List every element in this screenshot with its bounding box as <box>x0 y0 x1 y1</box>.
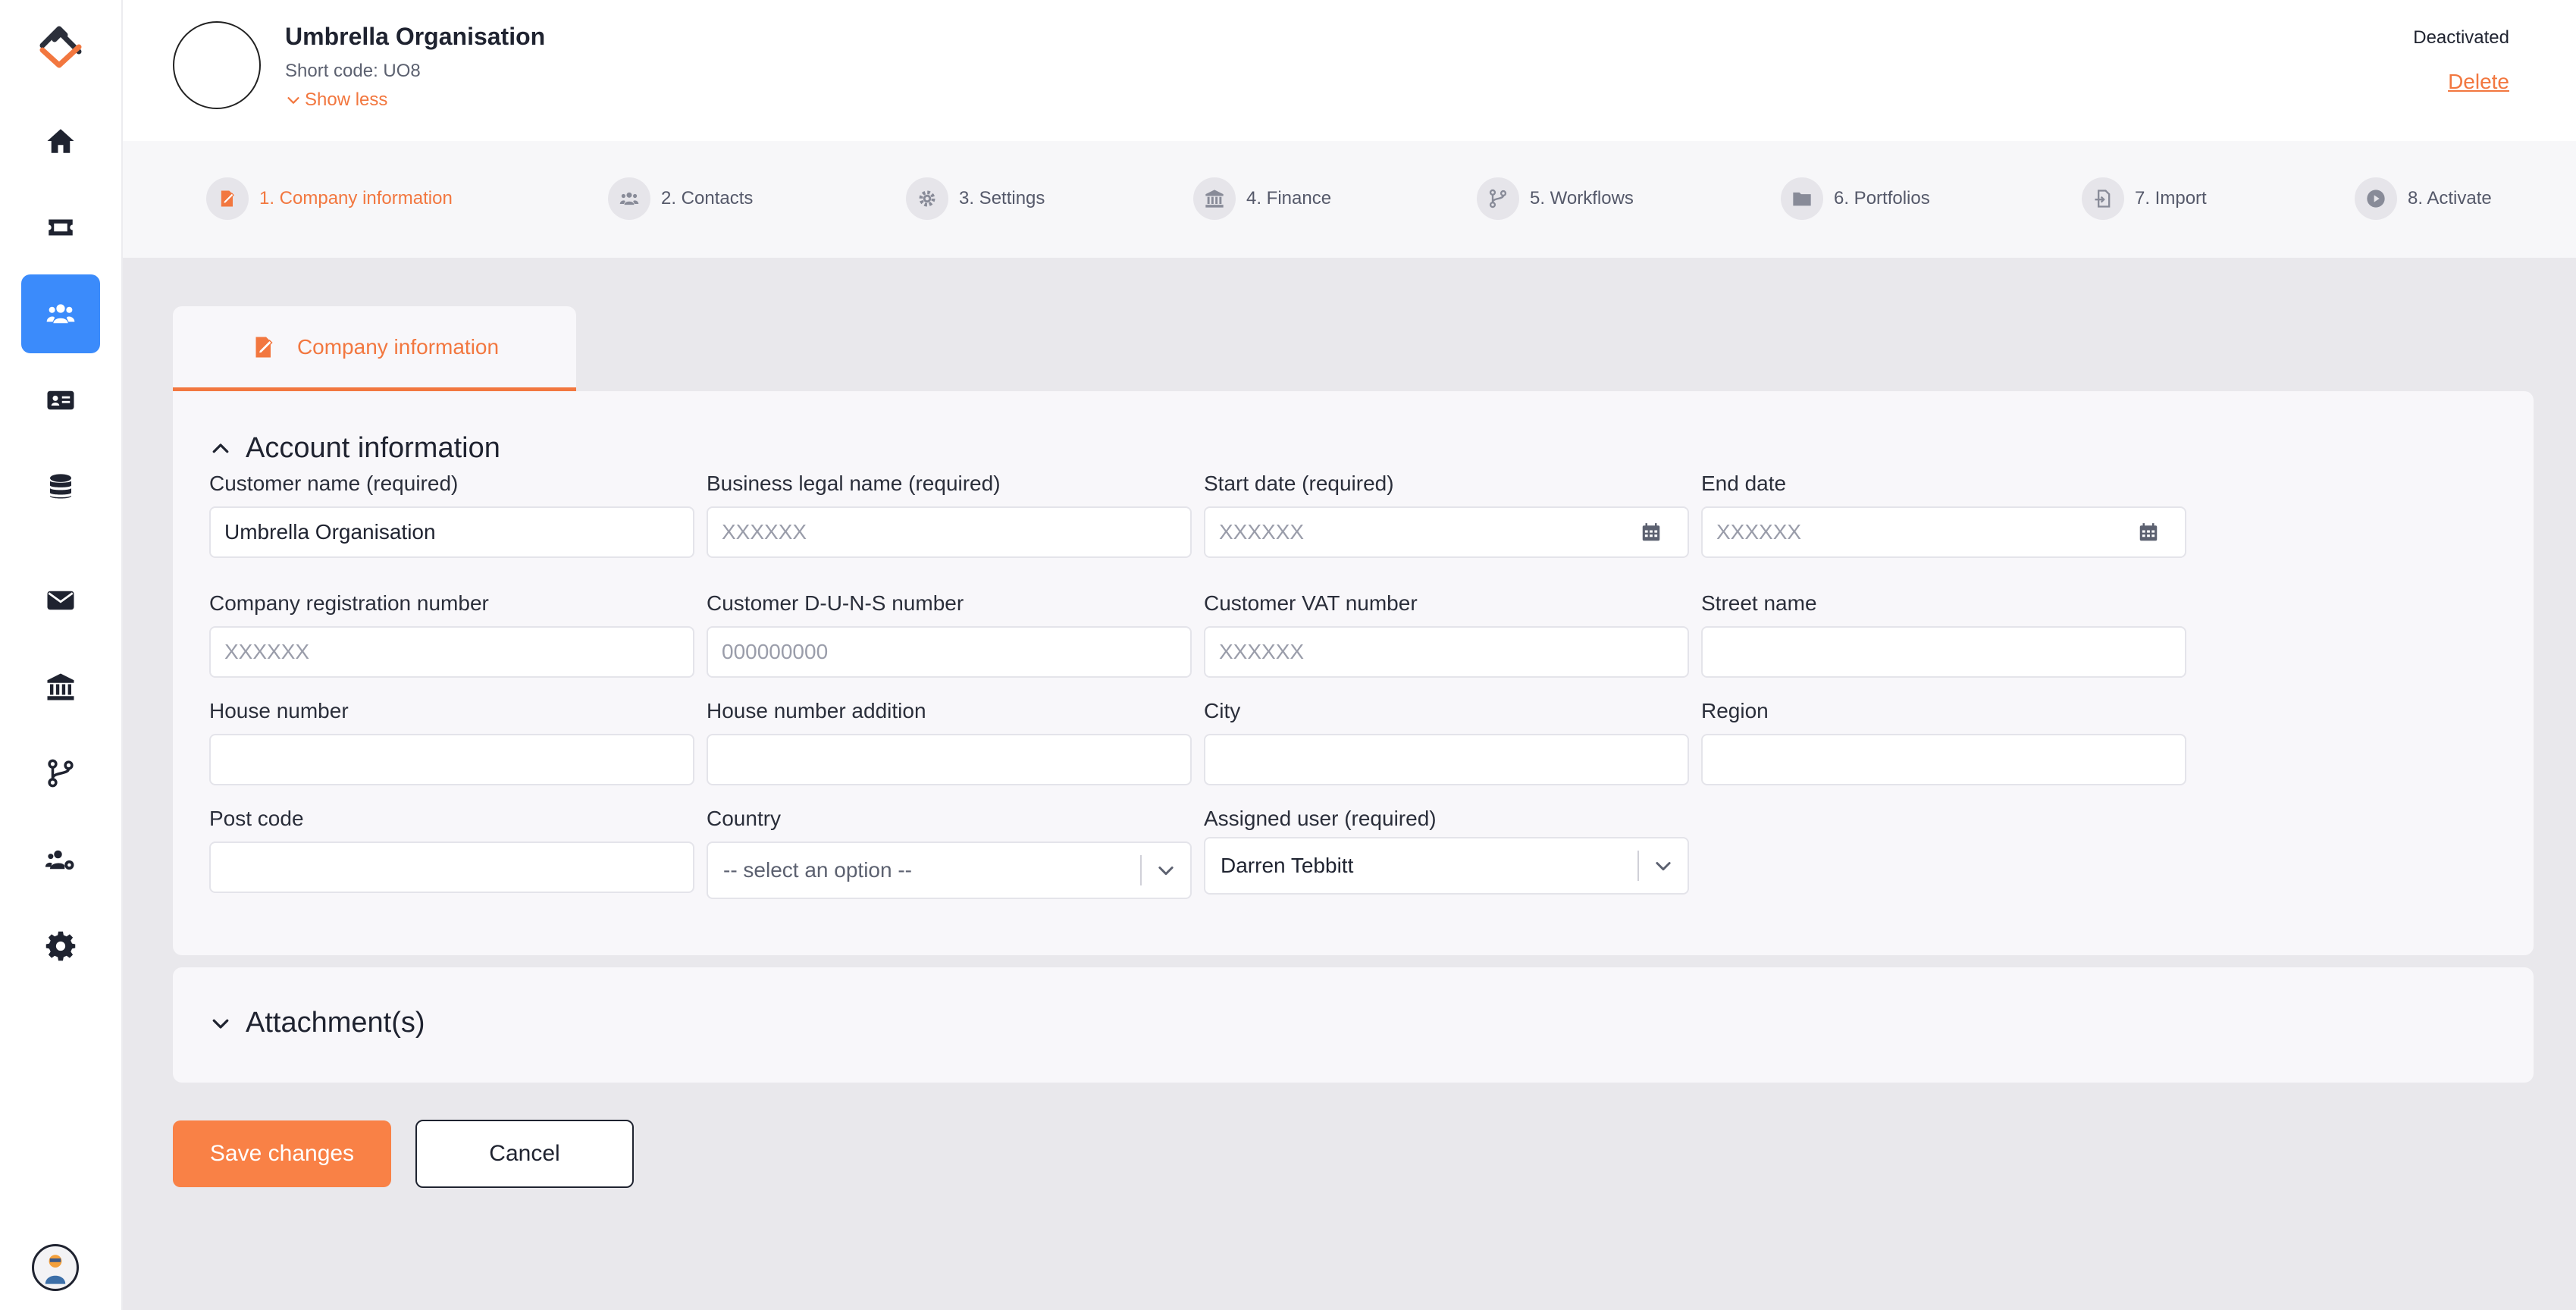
city-label: City <box>1204 699 1241 722</box>
app-logo-icon[interactable] <box>32 20 91 70</box>
chevron-down-icon <box>287 97 299 104</box>
country-label: Country <box>707 807 782 830</box>
account-information-toggle[interactable]: Account information <box>209 432 500 465</box>
end-date-input[interactable] <box>1701 506 2186 558</box>
house-number-input[interactable] <box>209 734 694 785</box>
home-icon <box>47 129 74 153</box>
registration-input[interactable] <box>209 626 694 678</box>
sidebar-item-home[interactable] <box>21 102 100 180</box>
section-title: Account information <box>246 432 500 464</box>
sidebar-item-settings[interactable] <box>21 907 100 986</box>
customer-name-input[interactable] <box>209 506 694 558</box>
play-circle-icon <box>2355 177 2397 220</box>
country-select[interactable]: -- select an option -- <box>707 841 1192 899</box>
post-code-input[interactable] <box>209 841 694 893</box>
legal-name-label: Business legal name (required) <box>707 472 1001 495</box>
status-badge: Deactivated <box>2413 27 2509 48</box>
attachments-toggle[interactable]: Attachment(s) <box>209 1007 425 1039</box>
user-avatar-icon <box>45 1255 66 1284</box>
legal-name-input[interactable] <box>707 506 1192 558</box>
country-selected-value: -- select an option -- <box>723 858 912 882</box>
vat-label: Customer VAT number <box>1204 591 1418 615</box>
file-signature-icon <box>255 337 273 357</box>
gear-icon <box>45 931 76 961</box>
calendar-icon[interactable] <box>1640 521 1662 544</box>
house-number-label: House number <box>209 699 349 722</box>
section-title: Attachment(s) <box>246 1007 425 1039</box>
step-settings[interactable]: 3. Settings <box>906 176 1045 221</box>
step-import[interactable]: 7. Import <box>2082 176 2207 221</box>
cancel-button[interactable]: Cancel <box>415 1120 634 1188</box>
users-cog-icon <box>45 850 74 870</box>
database-icon <box>50 474 71 499</box>
sidebar-item-tickets[interactable] <box>21 188 100 267</box>
organisation-avatar <box>173 21 261 109</box>
delete-link[interactable]: Delete <box>2448 70 2509 94</box>
step-portfolios[interactable]: 6. Portfolios <box>1781 176 1930 221</box>
save-changes-button[interactable]: Save changes <box>173 1120 391 1187</box>
gear-icon <box>906 177 948 220</box>
registration-label: Company registration number <box>209 591 489 615</box>
sidebar-item-database[interactable] <box>21 447 100 526</box>
start-date-input[interactable] <box>1204 506 1689 558</box>
house-addition-label: House number addition <box>707 699 926 722</box>
account-information-card: Account information Customer name (requi… <box>173 391 2534 955</box>
organisation-name: Umbrella Organisation <box>285 23 546 50</box>
user-avatar[interactable] <box>32 1244 79 1291</box>
bank-icon <box>1193 177 1236 220</box>
folder-icon <box>1781 177 1823 220</box>
sidebar-item-finance[interactable] <box>21 647 100 726</box>
envelope-icon <box>47 591 74 610</box>
chevron-down-icon <box>1142 860 1190 881</box>
users-icon <box>46 304 75 324</box>
chevron-up-icon <box>212 443 229 453</box>
tab-company-information[interactable]: Company information <box>173 306 576 391</box>
code-branch-icon <box>48 759 74 788</box>
assigned-user-selected-value: Darren Tebbitt <box>1221 854 1354 877</box>
region-input[interactable] <box>1701 734 2186 785</box>
chevron-down-icon <box>1639 855 1688 876</box>
chevron-down-icon <box>212 1019 229 1029</box>
city-input[interactable] <box>1204 734 1689 785</box>
assigned-user-select[interactable]: Darren Tebbitt <box>1204 837 1689 895</box>
sidebar-item-user-management[interactable] <box>21 820 100 899</box>
code-branch-icon <box>1477 177 1519 220</box>
short-code: Short code: UO8 <box>285 61 421 81</box>
sidebar-item-workflows[interactable] <box>21 734 100 813</box>
users-icon <box>608 177 650 220</box>
step-contacts[interactable]: 2. Contacts <box>608 176 753 221</box>
house-addition-input[interactable] <box>707 734 1192 785</box>
post-code-label: Post code <box>209 807 304 830</box>
start-date-label: Start date (required) <box>1204 472 1394 495</box>
street-label: Street name <box>1701 591 1817 615</box>
file-signature-icon <box>206 177 249 220</box>
step-workflows[interactable]: 5. Workflows <box>1477 176 1634 221</box>
step-company-information[interactable]: 1. Company information <box>206 176 453 221</box>
duns-input[interactable] <box>707 626 1192 678</box>
bank-icon <box>47 673 74 700</box>
ticket-icon <box>49 219 73 236</box>
show-less-label: Show less <box>305 89 388 110</box>
step-finance[interactable]: 4. Finance <box>1193 176 1331 221</box>
vat-input[interactable] <box>1204 626 1689 678</box>
sidebar <box>0 0 123 1310</box>
sidebar-item-mail[interactable] <box>21 561 100 640</box>
end-date-label: End date <box>1701 472 1787 495</box>
show-less-toggle[interactable]: Show less <box>285 89 387 111</box>
step-navigation: 1. Company information 2. Contacts 3. Se… <box>123 141 2576 258</box>
attachments-card: Attachment(s) <box>173 967 2534 1083</box>
id-card-icon <box>47 390 74 410</box>
step-activate[interactable]: 8. Activate <box>2355 176 2492 221</box>
customer-name-label: Customer name (required) <box>209 472 459 495</box>
region-label: Region <box>1701 699 1769 722</box>
file-import-icon <box>2082 177 2124 220</box>
sidebar-item-customers[interactable] <box>21 274 100 353</box>
sidebar-item-contacts-card[interactable] <box>21 361 100 440</box>
assigned-user-label: Assigned user (required) <box>1204 807 1437 830</box>
page-header: Umbrella Organisation Short code: UO8 Sh… <box>123 0 2576 141</box>
duns-label: Customer D-U-N-S number <box>707 591 964 615</box>
street-input[interactable] <box>1701 626 2186 678</box>
calendar-icon[interactable] <box>2137 521 2160 544</box>
